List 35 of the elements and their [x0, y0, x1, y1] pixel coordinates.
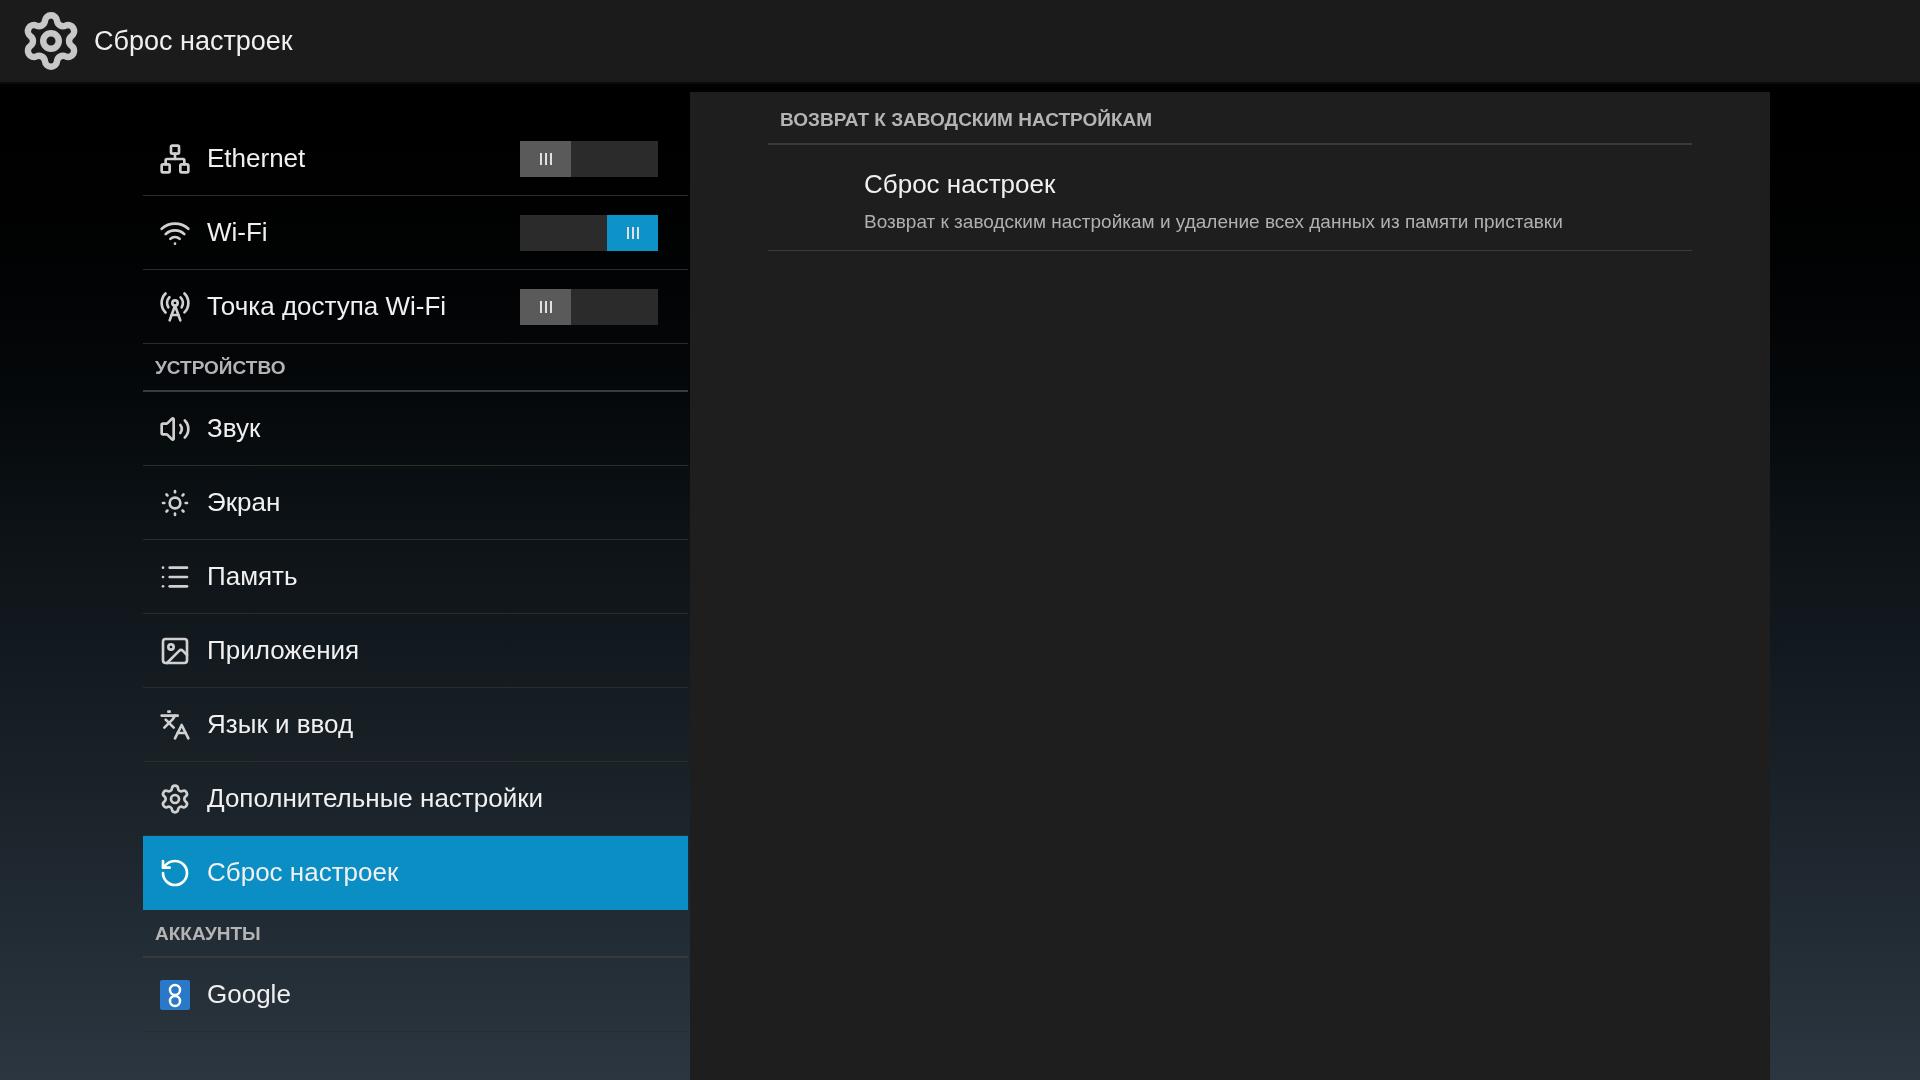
settings-item[interactable]: Память — [143, 540, 688, 614]
settings-item-label[interactable]: Ethernet — [207, 139, 520, 178]
settings-item-label: Приложения — [207, 634, 360, 667]
account-icon — [160, 979, 190, 1010]
toggle-thumb — [520, 140, 571, 177]
settings-item[interactable]: Экран — [143, 466, 688, 540]
toggle-switch[interactable] — [520, 140, 658, 177]
settings-item-label: Экран — [207, 486, 281, 519]
settings-item-label: Сброс настроек — [207, 856, 399, 889]
settings-item[interactable]: Приложения — [143, 614, 688, 688]
toggle-thumb — [520, 288, 571, 325]
language-icon — [159, 708, 191, 741]
network-icon — [159, 142, 191, 175]
reset-option[interactable]: Сброс настроек Возврат к заводским настройкам и удаление всех данных из памяти приставки — [768, 144, 1692, 251]
settings-item[interactable]: Язык и ввод — [143, 688, 688, 762]
settings-item[interactable]: Звук — [143, 392, 688, 466]
gear-icon — [159, 782, 191, 815]
option-description: Возврат к заводским настройкам и удаление всех данных из памяти приставки — [864, 209, 1564, 234]
settings-item-label: Дополнительные настройки — [207, 782, 544, 815]
app-title: Сброс настроек — [94, 24, 293, 58]
settings-item-label[interactable]: Wi-Fi — [207, 213, 520, 252]
toggle-thumb — [607, 214, 658, 251]
settings-item-label: Язык и ввод — [207, 708, 354, 741]
toggle-switch[interactable] — [520, 288, 658, 325]
settings-item-label: Google — [207, 978, 291, 1011]
option-title: Сброс настроек — [864, 167, 1057, 201]
settings-item-label[interactable]: Точка доступа Wi-Fi — [207, 287, 520, 326]
antenna-icon — [159, 290, 191, 323]
toggle-switch[interactable] — [520, 214, 658, 251]
section-header: АККАУНТЫ — [155, 921, 261, 946]
settings-item-label: Звук — [207, 412, 261, 445]
section-header: ВОЗВРАТ К ЗАВОДСКИМ НАСТРОЙКАМ — [780, 109, 1153, 130]
settings-item-label: Память — [207, 560, 298, 593]
section-header: УСТРОЙСТВО — [155, 355, 286, 380]
settings-item[interactable]: Google — [143, 958, 688, 1032]
